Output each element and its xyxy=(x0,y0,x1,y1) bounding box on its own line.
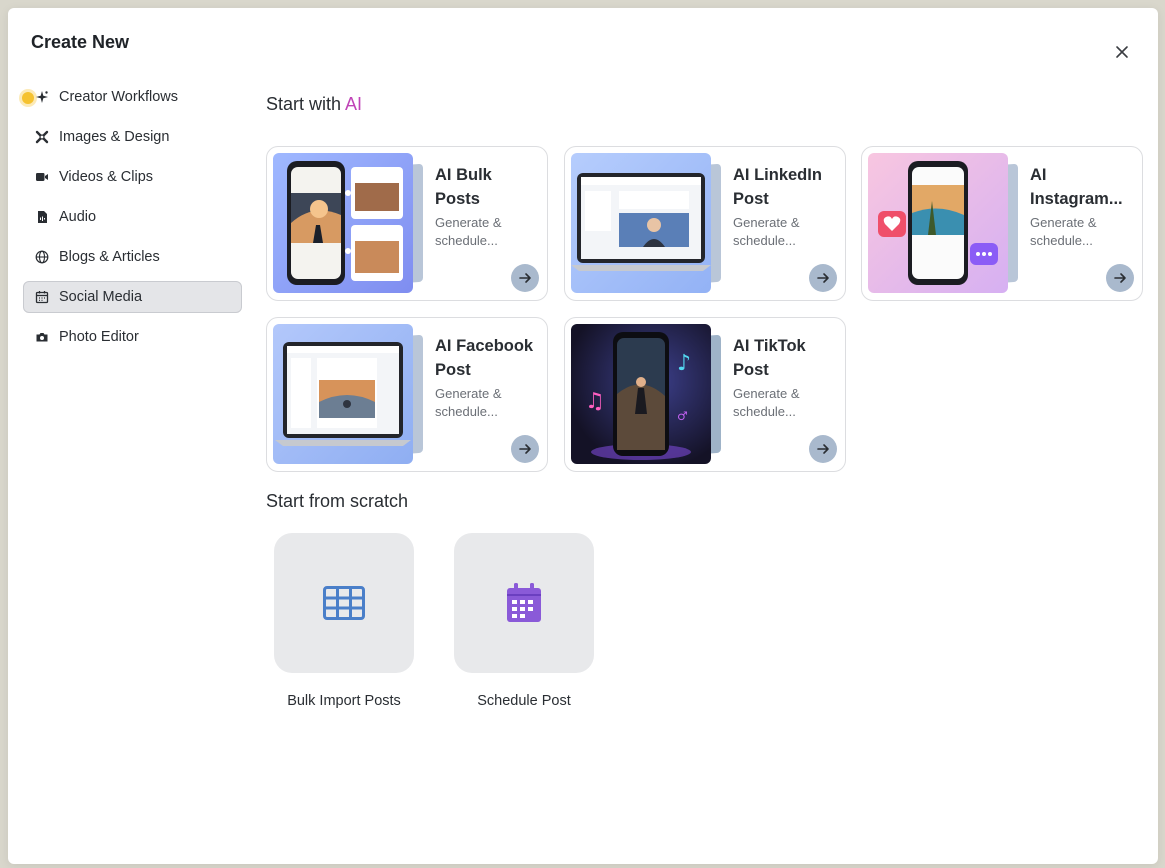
sidebar: Creator Workflows Images & Design Videos… xyxy=(23,81,242,361)
card-description: Generate & schedule... xyxy=(733,386,800,419)
svg-text:♂: ♂ xyxy=(677,409,688,423)
card-title: AI Instagram... xyxy=(1030,166,1123,208)
sparkle-icon xyxy=(35,90,49,104)
arrow-right-icon[interactable] xyxy=(1106,264,1134,292)
card-title: AI Bulk Posts xyxy=(435,166,492,208)
card-title: AI LinkedIn Post xyxy=(733,166,822,208)
arrow-right-icon[interactable] xyxy=(511,435,539,463)
sidebar-item-label: Blogs & Articles xyxy=(59,249,160,265)
calendar-icon xyxy=(35,290,49,304)
card-thumbnail xyxy=(571,153,711,293)
card-ai-facebook-post[interactable]: AI Facebook Post Generate & schedule... xyxy=(266,317,548,472)
sidebar-item-label: Audio xyxy=(59,209,97,225)
card-description: Generate & schedule... xyxy=(435,386,502,419)
calendar-icon xyxy=(507,583,541,622)
sidebar-item-blogs-articles[interactable]: Blogs & Articles xyxy=(23,241,242,273)
card-ai-bulk-posts[interactable]: AI Bulk Posts Generate & schedule... xyxy=(266,146,548,301)
arrow-right-icon[interactable] xyxy=(511,264,539,292)
card-title: AI Facebook Post xyxy=(435,337,534,379)
bulk-import-posts-button[interactable] xyxy=(274,533,414,673)
video-camera-icon xyxy=(35,170,49,184)
card-thumbnail xyxy=(273,324,413,464)
sidebar-item-audio[interactable]: Audio xyxy=(23,201,242,233)
card-title: AI TikTok Post xyxy=(733,337,806,379)
svg-text:♫: ♫ xyxy=(585,389,605,414)
card-ai-linkedin-post[interactable]: AI LinkedIn Post Generate & schedule... xyxy=(564,146,846,301)
modal-title: Create New xyxy=(31,32,130,52)
card-description: Generate & schedule... xyxy=(435,215,502,248)
design-tools-icon xyxy=(35,130,49,144)
sidebar-item-videos-clips[interactable]: Videos & Clips xyxy=(23,161,242,193)
camera-icon xyxy=(35,330,49,344)
sidebar-item-images-design[interactable]: Images & Design xyxy=(23,121,242,153)
sidebar-item-creator-workflows[interactable]: Creator Workflows xyxy=(23,81,242,113)
close-button[interactable] xyxy=(1112,42,1132,62)
schedule-post-label: Schedule Post xyxy=(477,693,571,709)
section-title-ai: Start with AI xyxy=(266,94,363,114)
card-thumbnail: ♫ ♪ ♂ xyxy=(571,324,711,464)
close-icon xyxy=(1116,46,1128,58)
sidebar-item-photo-editor[interactable]: Photo Editor xyxy=(23,321,242,353)
sidebar-item-social-media[interactable]: Social Media xyxy=(23,281,242,313)
sidebar-item-label: Videos & Clips xyxy=(59,169,154,185)
arrow-right-icon[interactable] xyxy=(809,435,837,463)
arrow-right-icon[interactable] xyxy=(809,264,837,292)
svg-text:♪: ♪ xyxy=(677,351,691,376)
audio-file-icon xyxy=(35,210,49,224)
grid-table-icon xyxy=(323,586,365,620)
card-description: Generate & schedule... xyxy=(1030,215,1097,248)
schedule-post-button[interactable] xyxy=(454,533,594,673)
sidebar-item-label: Photo Editor xyxy=(59,329,139,345)
card-ai-instagram-post[interactable]: AI Instagram... Generate & schedule... xyxy=(861,146,1143,301)
sidebar-item-label: Images & Design xyxy=(59,129,170,145)
section-title-scratch: Start from scratch xyxy=(266,491,409,511)
card-description: Generate & schedule... xyxy=(733,215,800,248)
card-ai-tiktok-post[interactable]: ♫ ♪ ♂ AI TikTok Post Generate & schedule… xyxy=(564,317,846,472)
card-thumbnail xyxy=(868,153,1008,293)
sidebar-item-label: Creator Workflows xyxy=(59,89,178,105)
globe-icon xyxy=(35,250,49,264)
create-new-modal: Create New Creator Workflows Images & De… xyxy=(8,8,1158,864)
card-thumbnail xyxy=(273,153,413,293)
bulk-import-posts-label: Bulk Import Posts xyxy=(287,693,401,709)
sidebar-item-label: Social Media xyxy=(59,289,143,305)
